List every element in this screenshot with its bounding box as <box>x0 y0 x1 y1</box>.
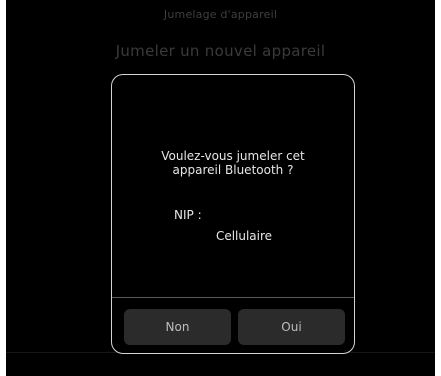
no-button[interactable]: Non <box>124 309 231 345</box>
dialog-message-line-2: appareil Bluetooth ? <box>172 163 294 177</box>
pairing-dialog: Voulez-vous jumeler cet appareil Bluetoo… <box>111 74 355 354</box>
page-title: Jumeler un nouvel appareil <box>115 42 326 60</box>
pin-label: NIP : <box>174 208 202 222</box>
pin-device-name: Cellulaire <box>215 229 273 243</box>
dialog-message-line-1: Voulez-vous jumeler cet <box>161 149 305 163</box>
header-title: Jumelage d'appareil <box>163 8 278 21</box>
dialog-divider <box>112 297 354 298</box>
dialog-message: Voulez-vous jumeler cet appareil Bluetoo… <box>112 149 354 177</box>
yes-button[interactable]: Oui <box>238 309 345 345</box>
device-screen: Jumelage d'appareil Jumeler un nouvel ap… <box>6 0 435 376</box>
